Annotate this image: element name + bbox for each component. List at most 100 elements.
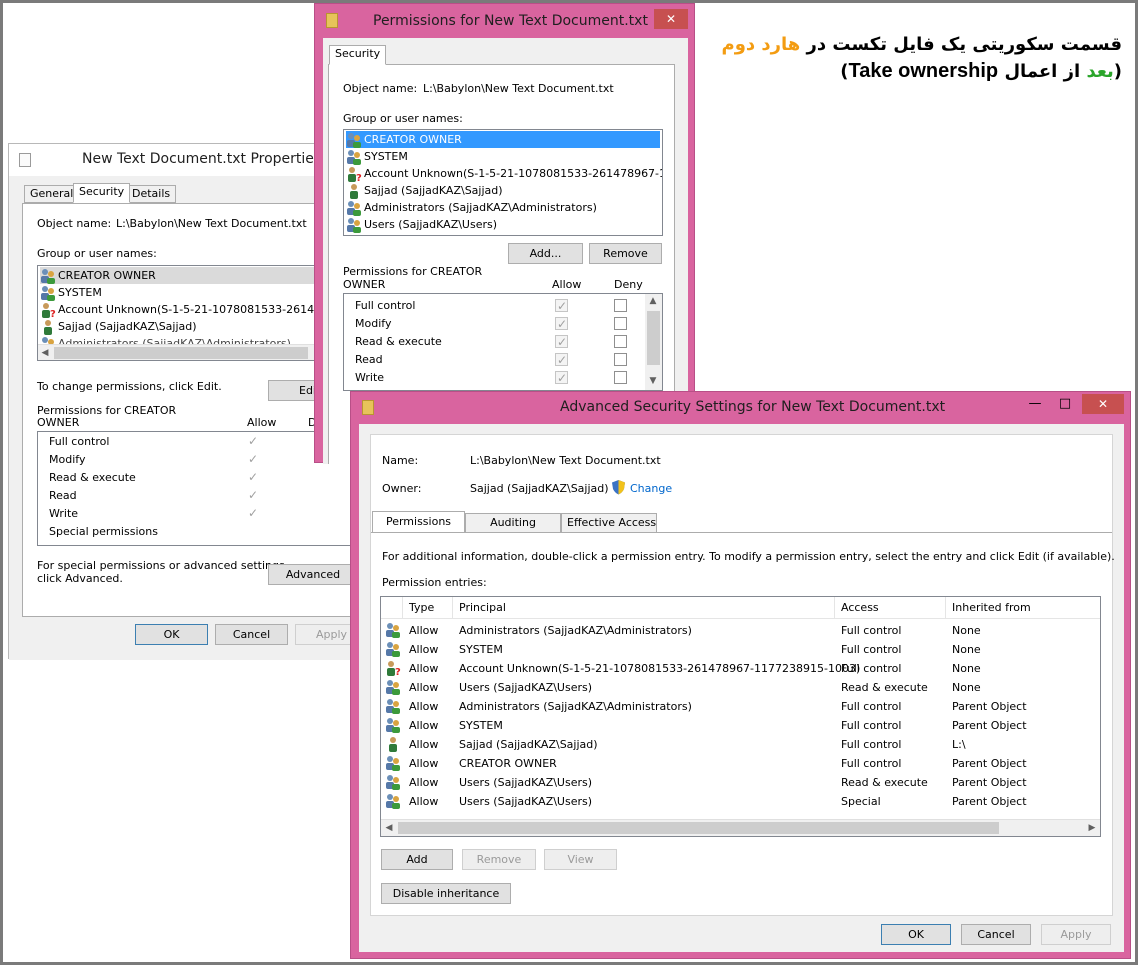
users-group-icon: [40, 268, 56, 284]
entry-inherited-from: Parent Object: [952, 719, 1027, 732]
deny-checkbox[interactable]: [614, 353, 627, 366]
permission-name: Full control: [355, 299, 416, 312]
column-header-type[interactable]: Type: [403, 597, 453, 619]
disable-inheritance-button[interactable]: Disable inheritance: [381, 883, 511, 904]
table-header: Type Principal Access Inherited from: [381, 597, 1100, 619]
table-row[interactable]: Allow Users (SajjadKAZ\Users) Special Paren…: [381, 792, 1099, 811]
tab-permissions[interactable]: Permissions: [372, 511, 465, 533]
table-row[interactable]: Allow Users (SajjadKAZ\Users) Read & execu…: [381, 773, 1099, 792]
deny-checkbox[interactable]: [614, 371, 627, 384]
entry-principal: Users (SajjadKAZ\Users): [459, 681, 593, 694]
entry-access: Read & execute: [841, 776, 928, 789]
list-item[interactable]: Users (SajjadKAZ\Users): [346, 216, 497, 233]
entry-type: Allow: [409, 662, 439, 675]
permissions-titlebar[interactable]: Permissions for New Text Document.txt ✕: [315, 4, 694, 38]
users-group-icon: [346, 132, 362, 148]
permissions-for-label-2: OWNER: [37, 416, 80, 429]
close-button[interactable]: ✕: [1082, 394, 1124, 414]
name-label: Name:: [382, 454, 419, 467]
table-row[interactable]: Allow CREATOR OWNER Full control Parent Obj…: [381, 754, 1099, 773]
table-row[interactable]: Allow Administrators (SajjadKAZ\Administr…: [381, 621, 1099, 640]
scroll-up-icon[interactable]: ▲: [646, 296, 660, 306]
tab-effective-access[interactable]: Effective Access: [561, 513, 657, 533]
tab-details[interactable]: Details: [126, 185, 177, 203]
entry-access: Special: [841, 795, 881, 808]
column-header-inherited[interactable]: Inherited from: [946, 597, 1100, 619]
user-icon: [346, 183, 362, 199]
vertical-scrollbar[interactable]: ▲ ▼: [645, 294, 662, 390]
ok-button[interactable]: OK: [881, 924, 951, 945]
apply-button[interactable]: Apply: [1041, 924, 1111, 945]
ok-button[interactable]: OK: [135, 624, 208, 645]
object-name-label: Object name:: [37, 217, 112, 230]
list-item[interactable]: ? Account Unknown(S-1-5-21-1078081533-261…: [40, 301, 353, 320]
advanced-titlebar[interactable]: Advanced Security Settings for New Text …: [351, 392, 1130, 424]
tab-auditing[interactable]: Auditing: [465, 513, 561, 533]
table-row[interactable]: ? Allow Account Unknown(S-1-5-21-107808153…: [381, 659, 1099, 678]
list-item[interactable]: Sajjad (SajjadKAZ\Sajjad): [40, 318, 197, 335]
cancel-button[interactable]: Cancel: [961, 924, 1031, 945]
list-item[interactable]: SYSTEM: [40, 284, 102, 301]
cancel-button[interactable]: Cancel: [215, 624, 288, 645]
table-row[interactable]: Allow Users (SajjadKAZ\Users) Read & execu…: [381, 678, 1099, 697]
permission-entries-table[interactable]: Type Principal Access Inherited from All…: [380, 596, 1101, 837]
scroll-down-icon[interactable]: ▼: [646, 376, 660, 386]
deny-checkbox[interactable]: [614, 299, 627, 312]
remove-button[interactable]: Remove: [462, 849, 536, 870]
view-button[interactable]: View: [544, 849, 617, 870]
check-icon: ✓: [557, 353, 568, 367]
check-icon: ✓: [248, 470, 259, 484]
caption-highlight-green: بعد: [1086, 61, 1114, 82]
column-header-access[interactable]: Access: [835, 597, 946, 619]
caption-paren-open: (: [1113, 61, 1122, 82]
allow-checkbox[interactable]: ✓: [555, 299, 568, 312]
allow-checkbox[interactable]: ✓: [555, 335, 568, 348]
user-name: Administrators (SajjadKAZ\Administrators…: [364, 201, 597, 214]
list-item[interactable]: Sajjad (SajjadKAZ\Sajjad): [346, 182, 503, 199]
add-button[interactable]: Add...: [508, 243, 583, 264]
advanced-body: Name: L:\Babylon\New Text Document.txt O…: [359, 424, 1124, 952]
allow-checkbox[interactable]: ✓: [555, 371, 568, 384]
tab-security[interactable]: Security: [329, 45, 387, 65]
permission-name: Read: [355, 353, 383, 366]
scroll-left-icon[interactable]: ◀: [382, 823, 396, 833]
list-item[interactable]: Administrators (SajjadKAZ\Administrators…: [346, 199, 597, 216]
properties-window: New Text Document.txt Properties General…: [8, 143, 368, 660]
tab-general[interactable]: General: [24, 185, 80, 203]
allow-checkbox[interactable]: ✓: [555, 353, 568, 366]
table-row[interactable]: Allow Administrators (SajjadKAZ\Administr…: [381, 697, 1099, 716]
scroll-thumb[interactable]: [54, 347, 308, 359]
advanced-text-1: For special permissions or advanced sett…: [37, 559, 289, 572]
user-list[interactable]: CREATOR OWNER SYSTEM ? Account Unknown(S-…: [343, 129, 663, 236]
properties-titlebar[interactable]: New Text Document.txt Properties: [9, 144, 357, 176]
deny-checkbox[interactable]: [614, 335, 627, 348]
scroll-right-icon[interactable]: ▶: [1085, 823, 1099, 833]
table-row[interactable]: Allow Sajjad (SajjadKAZ\Sajjad) Full contr…: [381, 735, 1099, 754]
list-item-selected[interactable]: CREATOR OWNER: [346, 131, 660, 148]
remove-button[interactable]: Remove: [589, 243, 662, 264]
column-header-principal[interactable]: Principal: [453, 597, 835, 619]
check-icon: ✓: [248, 506, 259, 520]
advanced-button[interactable]: Advanced: [268, 564, 358, 585]
user-name: Sajjad (SajjadKAZ\Sajjad): [58, 320, 197, 333]
entry-type: Allow: [409, 776, 439, 789]
table-row[interactable]: Allow SYSTEM Full control Parent Object: [381, 716, 1099, 735]
scroll-thumb[interactable]: [647, 311, 660, 365]
users-group-icon: [385, 755, 401, 774]
users-group-icon: [385, 641, 401, 660]
deny-checkbox[interactable]: [614, 317, 627, 330]
scroll-thumb[interactable]: [398, 822, 999, 834]
folder-icon: [326, 13, 338, 28]
maximize-button[interactable]: □: [1050, 394, 1080, 414]
minimize-button[interactable]: —: [1020, 394, 1050, 414]
tab-security[interactable]: Security: [73, 183, 131, 203]
allow-checkbox[interactable]: ✓: [555, 317, 568, 330]
horizontal-scrollbar[interactable]: ◀ ▶: [381, 819, 1100, 836]
table-row[interactable]: Allow SYSTEM Full control None: [381, 640, 1099, 659]
list-item[interactable]: SYSTEM: [346, 148, 408, 165]
close-button[interactable]: ✕: [654, 9, 688, 29]
scroll-left-icon[interactable]: ◀: [38, 348, 52, 358]
add-button[interactable]: Add: [381, 849, 453, 870]
list-item[interactable]: ? Account Unknown(S-1-5-21-1078081533-261…: [346, 165, 662, 184]
change-owner-link[interactable]: Change: [630, 482, 672, 495]
